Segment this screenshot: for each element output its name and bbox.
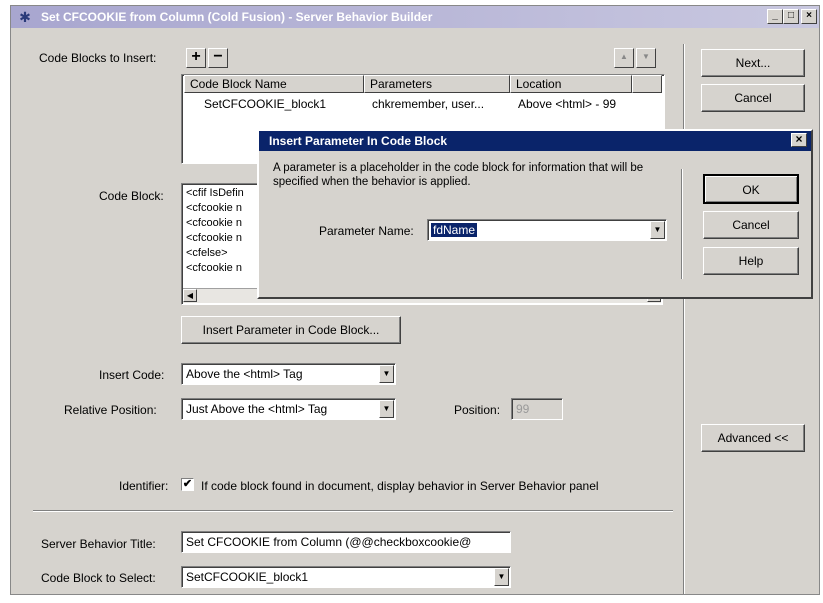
horizontal-separator (33, 510, 673, 512)
cancel-button[interactable]: Cancel (701, 84, 805, 112)
move-down-button[interactable]: ▼ (636, 48, 656, 68)
add-code-block-button[interactable]: + (186, 48, 206, 68)
parameter-name-label: Parameter Name: (319, 224, 414, 238)
identifier-checkbox[interactable]: ✔ (181, 478, 194, 491)
dialog-help-button[interactable]: Help (703, 247, 799, 275)
close-button[interactable]: × (801, 9, 817, 24)
chevron-down-icon[interactable]: ▼ (494, 568, 509, 586)
row-location: Above <html> - 99 (518, 97, 617, 111)
position-input[interactable]: 99 (511, 398, 563, 420)
code-block-to-select-value: SetCFCOOKIE_block1 (186, 570, 309, 584)
dialog-close-icon[interactable]: × (791, 133, 807, 147)
row-parameters: chkremember, user... (372, 97, 485, 111)
table-row[interactable]: SetCFCOOKIE_block1 chkremember, user... … (184, 97, 662, 113)
dialog-separator (681, 169, 683, 279)
advanced-button[interactable]: Advanced << (701, 424, 805, 452)
maximize-button[interactable]: □ (783, 9, 799, 24)
dialog-cancel-button[interactable]: Cancel (703, 211, 799, 239)
scroll-left-icon[interactable]: ◀ (183, 289, 197, 302)
dialog-title: Insert Parameter In Code Block (269, 134, 448, 148)
vertical-separator (683, 44, 685, 594)
insert-code-value: Above the <html> Tag (186, 367, 303, 381)
identifier-label: Identifier: (119, 479, 169, 493)
insert-code-label: Insert Code: (99, 368, 165, 382)
dialog-ok-button[interactable]: OK (703, 174, 799, 204)
code-block-label: Code Block: (99, 189, 164, 203)
code-blocks-label: Code Blocks to Insert: (39, 51, 157, 65)
minimize-button[interactable]: _ (767, 9, 783, 24)
insert-parameter-button[interactable]: Insert Parameter in Code Block... (181, 316, 401, 344)
row-block-name: SetCFCOOKIE_block1 (204, 97, 327, 111)
insert-parameter-dialog: Insert Parameter In Code Block × A param… (257, 129, 813, 299)
chevron-down-icon[interactable]: ▼ (379, 365, 394, 383)
remove-code-block-button[interactable]: − (208, 48, 228, 68)
server-behavior-title-input[interactable]: Set CFCOOKIE from Column (@@checkboxcook… (181, 531, 511, 553)
insert-code-select[interactable]: Above the <html> Tag ▼ (181, 363, 396, 385)
window-titlebar[interactable]: ✱ Set CFCOOKIE from Column (Cold Fusion)… (11, 6, 819, 28)
app-icon: ✱ (19, 9, 31, 25)
server-behavior-title-label: Server Behavior Title: (41, 537, 156, 551)
position-label: Position: (454, 403, 501, 417)
code-block-to-select-select[interactable]: SetCFCOOKIE_block1 ▼ (181, 566, 511, 588)
column-header-parameters[interactable]: Parameters (364, 75, 510, 93)
relative-position-select[interactable]: Just Above the <html> Tag ▼ (181, 398, 396, 420)
parameter-name-select[interactable]: fdName ▼ (427, 219, 667, 241)
next-button[interactable]: Next... (701, 49, 805, 77)
parameter-name-value: fdName (431, 223, 478, 237)
server-behavior-builder-window: ✱ Set CFCOOKIE from Column (Cold Fusion)… (10, 5, 820, 595)
column-header-spacer (632, 75, 662, 93)
identifier-text: If code block found in document, display… (201, 479, 599, 493)
window-title: Set CFCOOKIE from Column (Cold Fusion) -… (41, 10, 433, 24)
column-header-location[interactable]: Location (510, 75, 632, 93)
relative-position-value: Just Above the <html> Tag (186, 402, 328, 416)
column-header-name[interactable]: Code Block Name (184, 75, 364, 93)
dialog-titlebar[interactable]: Insert Parameter In Code Block × (259, 131, 811, 151)
chevron-down-icon[interactable]: ▼ (379, 400, 394, 418)
code-block-to-select-label: Code Block to Select: (41, 571, 156, 585)
move-up-button[interactable]: ▲ (614, 48, 634, 68)
relative-position-label: Relative Position: (64, 403, 157, 417)
chevron-down-icon[interactable]: ▼ (650, 221, 665, 239)
dialog-description: A parameter is a placeholder in the code… (273, 162, 644, 188)
